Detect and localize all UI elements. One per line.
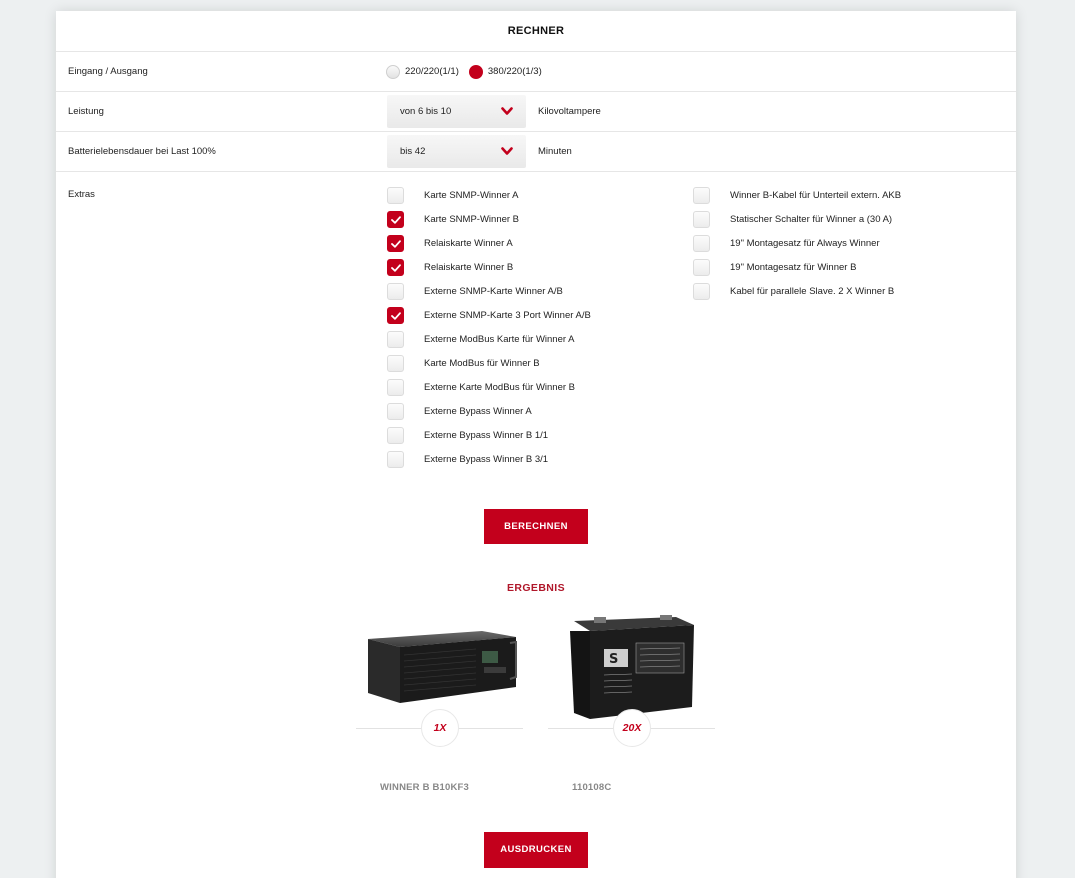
io-label: Eingang / Ausgang xyxy=(68,66,148,77)
extras-checkbox-label[interactable]: Karte ModBus für Winner B xyxy=(424,355,540,372)
extras-checkbox-label[interactable]: Externe Bypass Winner A xyxy=(424,403,532,420)
extras-checkbox-left-2[interactable] xyxy=(387,235,404,252)
power-select-value: von 6 bis 10 xyxy=(400,106,452,117)
radio-380-220-label[interactable]: 380/220(1/3) xyxy=(488,65,542,79)
extras-checkbox-left-6[interactable] xyxy=(387,331,404,348)
chevron-down-icon xyxy=(501,107,513,115)
product-2-qty: 20X xyxy=(613,709,651,747)
extras-checkbox-label[interactable]: Winner B-Kabel für Unterteil extern. AKB xyxy=(730,187,901,204)
extras-checkbox-label[interactable]: Externe ModBus Karte für Winner A xyxy=(424,331,574,348)
extras-checkbox-left-3[interactable] xyxy=(387,259,404,276)
chevron-down-icon xyxy=(501,147,513,155)
battery-select-value: bis 42 xyxy=(400,146,426,157)
calculator-card: RECHNER Eingang / Ausgang 220/220(1/1) 3… xyxy=(56,11,1016,878)
power-label: Leistung xyxy=(68,106,104,117)
extras-checkbox-label[interactable]: Karte SNMP-Winner A xyxy=(424,187,519,204)
radio-380-220[interactable] xyxy=(468,65,483,79)
radio-220-220-label[interactable]: 220/220(1/1) xyxy=(405,65,459,79)
extras-checkbox-left-9[interactable] xyxy=(387,403,404,420)
extras-checkbox-right-3[interactable] xyxy=(693,259,710,276)
ups-rack-image xyxy=(368,631,517,703)
radio-220-220[interactable] xyxy=(386,65,400,79)
battery-label: Batterielebensdauer bei Last 100% xyxy=(68,146,216,157)
product-1-name: WINNER B B10KF3 xyxy=(380,782,470,793)
power-select[interactable]: von 6 bis 10 xyxy=(387,95,526,128)
extras-checkbox-label[interactable]: Statischer Schalter für Winner a (30 A) xyxy=(730,211,892,228)
extras-checkbox-right-2[interactable] xyxy=(693,235,710,252)
extras-checkbox-label[interactable]: Externe SNMP-Karte Winner A/B xyxy=(424,283,563,300)
extras-checkbox-label[interactable]: 19" Montagesatz für Winner B xyxy=(730,259,856,276)
extras-checkbox-right-1[interactable] xyxy=(693,211,710,228)
extras-checkbox-left-1[interactable] xyxy=(387,211,404,228)
extras-checkbox-left-8[interactable] xyxy=(387,379,404,396)
battery-row: Batterielebensdauer bei Last 100% bis 42… xyxy=(56,132,1016,172)
svg-text:S: S xyxy=(609,652,618,667)
extras-checkbox-left-7[interactable] xyxy=(387,355,404,372)
extras-checkbox-left-4[interactable] xyxy=(387,283,404,300)
extras-checkbox-label[interactable]: 19" Montagesatz für Always Winner xyxy=(730,235,880,252)
extras-checkbox-right-0[interactable] xyxy=(693,187,710,204)
extras-checkbox-label[interactable]: Externe Bypass Winner B 1/1 xyxy=(424,427,548,444)
extras-checkbox-label[interactable]: Externe Bypass Winner B 3/1 xyxy=(424,451,548,468)
power-unit: Kilovoltampere xyxy=(538,106,601,117)
print-button[interactable]: AUSDRUCKEN xyxy=(484,832,588,868)
calculator-title: RECHNER xyxy=(56,11,1016,52)
battery-unit: Minuten xyxy=(538,146,572,157)
extras-checkbox-left-11[interactable] xyxy=(387,451,404,468)
battery-select[interactable]: bis 42 xyxy=(387,135,526,168)
io-row: Eingang / Ausgang 220/220(1/1) 380/220(1… xyxy=(56,52,1016,92)
check-icon xyxy=(391,312,401,320)
extras-checkbox-label[interactable]: Kabel für parallele Slave. 2 X Winner B xyxy=(730,283,894,300)
extras-checkbox-left-10[interactable] xyxy=(387,427,404,444)
extras-checkbox-label[interactable]: Relaiskarte Winner A xyxy=(424,235,513,252)
extras-checkbox-label[interactable]: Relaiskarte Winner B xyxy=(424,259,513,276)
extras-checkbox-left-0[interactable] xyxy=(387,187,404,204)
battery-image: S xyxy=(570,615,694,719)
extras-checkbox-right-4[interactable] xyxy=(693,283,710,300)
extras-checkbox-label[interactable]: Externe SNMP-Karte 3 Port Winner A/B xyxy=(424,307,591,324)
calculate-button[interactable]: BERECHNEN xyxy=(484,509,588,544)
check-icon xyxy=(391,216,401,224)
product-1-qty: 1X xyxy=(421,709,459,747)
power-row: Leistung von 6 bis 10 Kilovoltampere xyxy=(56,92,1016,132)
extras-checkbox-label[interactable]: Karte SNMP-Winner B xyxy=(424,211,519,228)
check-icon xyxy=(391,240,401,248)
extras-checkbox-left-5[interactable] xyxy=(387,307,404,324)
io-radio-group: 220/220(1/1) 380/220(1/3) xyxy=(386,65,552,79)
result-title: ERGEBNIS xyxy=(506,582,566,594)
extras-label: Extras xyxy=(68,189,95,200)
extras-checkbox-label[interactable]: Externe Karte ModBus für Winner B xyxy=(424,379,575,396)
product-2-name: 110108C xyxy=(572,782,612,793)
check-icon xyxy=(391,264,401,272)
